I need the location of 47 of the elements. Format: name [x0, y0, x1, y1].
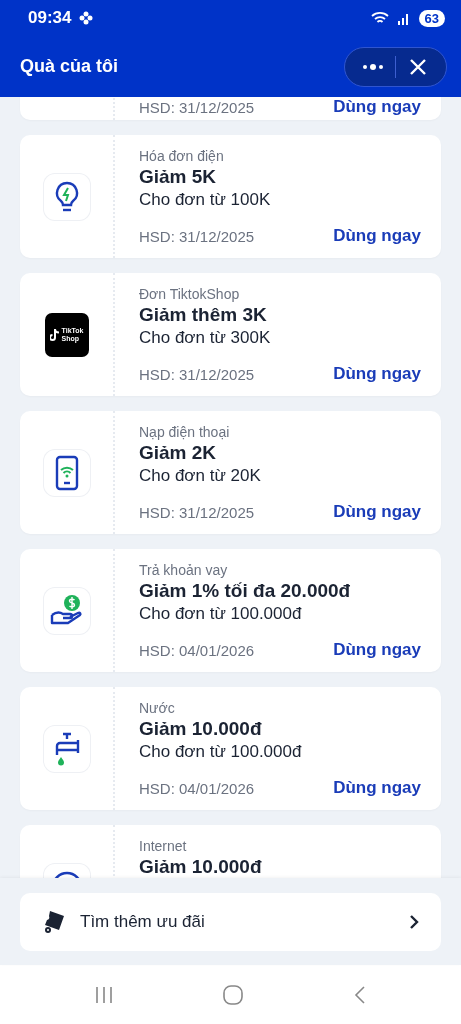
use-now-link[interactable]: Dùng ngay	[333, 364, 421, 384]
voucher-title: Giảm 2K	[139, 441, 218, 465]
voucher-condition: Cho đơn từ 20K	[139, 465, 262, 487]
ticket-icon	[42, 908, 66, 935]
voucher-category: Đơn TiktokShop	[139, 285, 241, 303]
voucher-title: Giảm thêm 3K	[139, 303, 268, 327]
voucher-expiry: HSD: 31/12/2025	[139, 365, 256, 383]
close-icon	[409, 57, 427, 76]
use-now-link[interactable]: Dùng ngay	[333, 778, 421, 798]
voucher-condition: Cho đơn từ 100.000đ	[139, 741, 303, 763]
voucher-expiry: HSD: 04/01/2026	[139, 779, 256, 797]
voucher-expiry: HSD: 31/12/2025	[139, 98, 256, 116]
voucher-condition: Cho đơn từ 100K	[139, 189, 272, 211]
phone-wifi-icon	[43, 449, 90, 496]
use-now-link[interactable]: Dùng ngay	[333, 226, 421, 246]
voucher-category: Hóa đơn điện	[139, 147, 225, 165]
chevron-right-icon	[409, 913, 419, 930]
use-now-link[interactable]: Dùng ngay	[333, 97, 421, 117]
signal-icon	[396, 11, 411, 25]
voucher-title: Giảm 1% tối đa 20.000đ	[139, 579, 352, 603]
hand-coin-icon	[43, 587, 90, 634]
voucher-title: Giảm 10.000đ	[139, 855, 263, 878]
voucher-category: Nạp điện thoại	[139, 423, 231, 441]
voucher-title: Giảm 10.000đ	[139, 717, 263, 741]
water-tap-icon	[43, 725, 90, 772]
use-now-link[interactable]: Dùng ngay	[333, 640, 421, 660]
use-now-link[interactable]: Dùng ngay	[333, 502, 421, 522]
more-offers-button[interactable]: Tìm thêm ưu đãi	[20, 892, 441, 951]
lightbulb-icon	[43, 173, 90, 220]
recent-apps-icon	[94, 985, 115, 1004]
battery-level: 63	[418, 9, 445, 27]
more-dots-icon	[362, 63, 384, 70]
voucher-expiry: HSD: 31/12/2025	[139, 503, 256, 521]
voucher-category: Nước	[139, 699, 176, 717]
wifi-icon	[370, 11, 389, 25]
page-title: Quà của tôi	[20, 56, 119, 77]
voucher-condition: Cho đơn từ 100.000đ	[139, 603, 303, 625]
voucher-expiry: HSD: 04/01/2026	[139, 641, 256, 659]
status-time: 09:34	[28, 8, 72, 28]
voucher-category: Trả khoản vay	[139, 561, 229, 579]
home-icon	[222, 983, 245, 1006]
flower-icon	[79, 11, 94, 25]
voucher-category: Internet	[139, 837, 188, 855]
voucher-title: Giảm 5K	[139, 165, 218, 189]
back-icon	[352, 984, 367, 1005]
voucher-condition: Cho đơn từ 300K	[139, 327, 272, 349]
voucher-expiry: HSD: 31/12/2025	[139, 227, 256, 245]
